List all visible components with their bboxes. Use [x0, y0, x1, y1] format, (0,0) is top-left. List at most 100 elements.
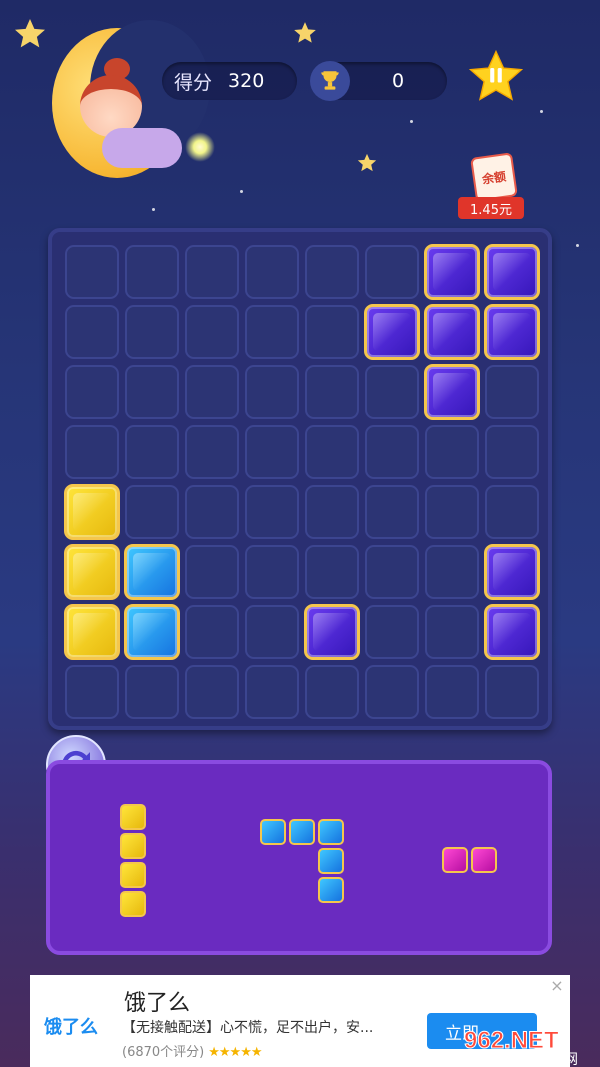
empty-cell[interactable] — [185, 545, 239, 599]
star-icon — [294, 22, 316, 43]
empty-cell[interactable] — [185, 605, 239, 659]
empty-cell[interactable] — [425, 545, 479, 599]
empty-cell[interactable] — [365, 425, 419, 479]
empty-cell[interactable] — [245, 545, 299, 599]
tray-block — [318, 877, 344, 903]
empty-cell[interactable] — [245, 365, 299, 419]
empty-cell[interactable] — [245, 665, 299, 719]
block-purple[interactable] — [484, 604, 540, 660]
balance-redpacket[interactable]: 余额 1.45元 — [458, 152, 528, 221]
empty-cell[interactable] — [65, 665, 119, 719]
score-label: 得分 — [174, 71, 213, 94]
empty-cell[interactable] — [245, 245, 299, 299]
balance-amount: 1.45元 — [458, 197, 524, 219]
game-board — [48, 228, 552, 730]
moon-girl-illustration — [40, 20, 210, 190]
empty-cell[interactable] — [185, 485, 239, 539]
block-purple[interactable] — [424, 364, 480, 420]
block-purple[interactable] — [424, 244, 480, 300]
empty-cell[interactable] — [125, 425, 179, 479]
block-blue[interactable] — [124, 544, 180, 600]
empty-cell[interactable] — [125, 245, 179, 299]
block-purple[interactable] — [424, 304, 480, 360]
empty-cell[interactable] — [245, 425, 299, 479]
pause-button[interactable] — [467, 48, 525, 106]
empty-cell[interactable] — [305, 425, 359, 479]
empty-cell[interactable] — [185, 425, 239, 479]
best-score-value: 0 — [392, 70, 405, 92]
ad-rating-count: (6870个评分) — [122, 1045, 205, 1060]
empty-cell[interactable] — [425, 605, 479, 659]
ad-close-button[interactable]: × — [548, 977, 566, 995]
watermark-text: 962.NET — [464, 1027, 559, 1054]
piece-tray — [46, 760, 552, 955]
tray-block — [120, 833, 146, 859]
ad-rating: (6870个评分) ★★★★★ — [122, 1041, 263, 1060]
empty-cell[interactable] — [65, 365, 119, 419]
girl-body — [102, 128, 182, 168]
tray-block — [120, 804, 146, 830]
empty-cell[interactable] — [365, 665, 419, 719]
empty-cell[interactable] — [185, 245, 239, 299]
empty-cell[interactable] — [185, 305, 239, 359]
balance-label: 余额 — [470, 152, 518, 202]
empty-cell[interactable] — [305, 485, 359, 539]
empty-cell[interactable] — [65, 425, 119, 479]
board-grid[interactable] — [62, 242, 542, 722]
empty-cell[interactable] — [245, 485, 299, 539]
empty-cell[interactable] — [305, 365, 359, 419]
empty-cell[interactable] — [425, 665, 479, 719]
lantern-icon — [185, 132, 215, 162]
tray-block — [442, 847, 468, 873]
empty-cell[interactable] — [485, 425, 539, 479]
empty-cell[interactable] — [485, 365, 539, 419]
empty-cell[interactable] — [365, 605, 419, 659]
tray-block — [471, 847, 497, 873]
block-blue[interactable] — [124, 604, 180, 660]
empty-cell[interactable] — [245, 305, 299, 359]
empty-cell[interactable] — [185, 365, 239, 419]
watermark-subtext: 乐游网 — [536, 1052, 578, 1067]
empty-cell[interactable] — [125, 665, 179, 719]
empty-cell[interactable] — [65, 245, 119, 299]
empty-cell[interactable] — [185, 665, 239, 719]
ad-title: 饿了么 — [124, 991, 191, 1016]
tray-block — [318, 848, 344, 874]
empty-cell[interactable] — [485, 665, 539, 719]
empty-cell[interactable] — [305, 305, 359, 359]
empty-cell[interactable] — [365, 485, 419, 539]
empty-cell[interactable] — [365, 365, 419, 419]
empty-cell[interactable] — [365, 545, 419, 599]
block-purple[interactable] — [484, 304, 540, 360]
ad-rating-stars: ★★★★★ — [208, 1045, 262, 1060]
tray-block — [120, 891, 146, 917]
pause-icon — [468, 49, 524, 101]
tray-block — [318, 819, 344, 845]
empty-cell[interactable] — [125, 485, 179, 539]
tray-block — [120, 862, 146, 888]
ad-brand-logo: 饿了么 — [44, 1017, 98, 1038]
block-purple[interactable] — [304, 604, 360, 660]
site-watermark: 962.NET 乐游网 — [456, 1014, 600, 1067]
trophy-icon — [310, 61, 350, 101]
empty-cell[interactable] — [305, 665, 359, 719]
star-icon — [357, 153, 377, 172]
block-purple[interactable] — [484, 544, 540, 600]
empty-cell[interactable] — [65, 305, 119, 359]
empty-cell[interactable] — [425, 485, 479, 539]
empty-cell[interactable] — [485, 485, 539, 539]
block-yellow[interactable] — [64, 484, 120, 540]
empty-cell[interactable] — [305, 545, 359, 599]
empty-cell[interactable] — [125, 305, 179, 359]
empty-cell[interactable] — [125, 365, 179, 419]
empty-cell[interactable] — [305, 245, 359, 299]
empty-cell[interactable] — [365, 245, 419, 299]
block-purple[interactable] — [364, 304, 420, 360]
block-yellow[interactable] — [64, 544, 120, 600]
best-score-display: 0 — [310, 61, 447, 101]
empty-cell[interactable] — [245, 605, 299, 659]
tray-block — [260, 819, 286, 845]
block-purple[interactable] — [484, 244, 540, 300]
block-yellow[interactable] — [64, 604, 120, 660]
empty-cell[interactable] — [425, 425, 479, 479]
